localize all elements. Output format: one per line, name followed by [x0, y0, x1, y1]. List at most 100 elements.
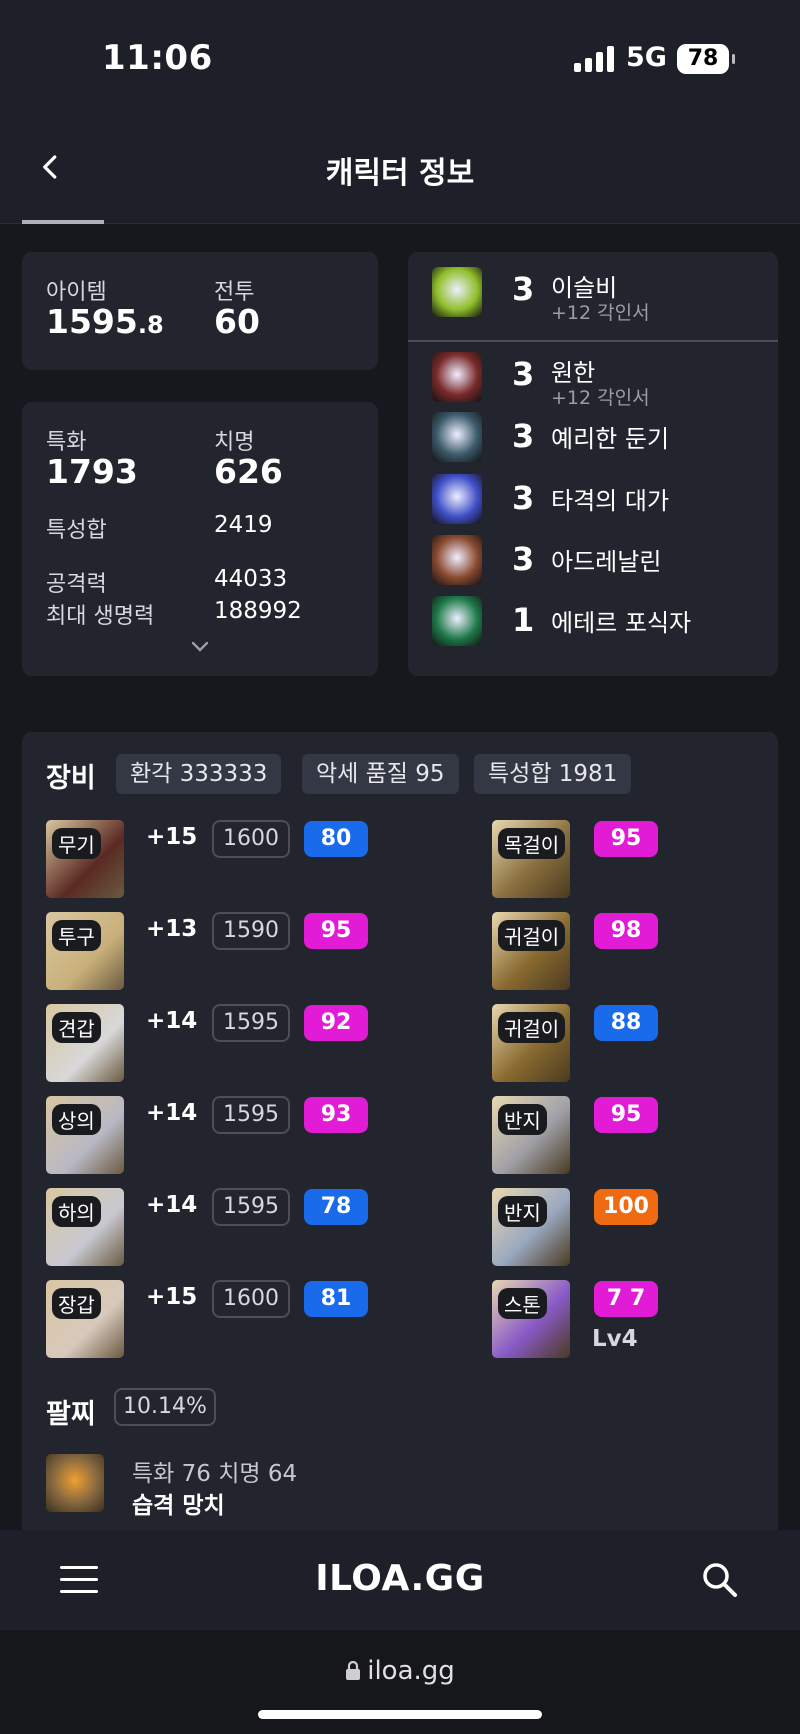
network-type: 5G	[626, 42, 667, 73]
accessory-item-icon[interactable]: 스톤	[492, 1280, 570, 1358]
quality-badge: 98	[594, 913, 658, 949]
engraving-icon	[432, 535, 482, 585]
equipment-slot-label: 하의	[52, 1196, 101, 1227]
engraving-icon	[432, 474, 482, 524]
engravings-card: 3 이슬비 +12 각인서 3 원한 +12 각인서 3 예리한 둔기 3 타격의 대가 3 아드레날…	[408, 252, 778, 676]
quality-badge: 100	[594, 1189, 658, 1225]
upgrade-level: +14	[146, 1100, 198, 1126]
engraving-row[interactable]: 3 타격의 대가	[408, 469, 778, 529]
accessory-slot-label: 목걸이	[498, 828, 566, 859]
quality-badge: 7 7	[594, 1281, 658, 1317]
accessory-slot-label: 반지	[498, 1104, 547, 1135]
engraving-row[interactable]: 3 아드레날린	[408, 530, 778, 590]
total-stat-label: 특성합	[46, 518, 107, 543]
quality-badge: 95	[594, 1097, 658, 1133]
equipment-summary-chip: 악세 품질 95	[302, 754, 459, 794]
upgrade-level: +14	[146, 1008, 198, 1034]
quality-badge: 92	[304, 1005, 368, 1041]
upgrade-level: +14	[146, 1192, 198, 1218]
bottom-nav: ILOA.GG	[0, 1530, 800, 1630]
max-hp-value: 188992	[214, 598, 302, 624]
engraving-row[interactable]: 1 에테르 포식자	[408, 591, 778, 651]
bracelet-stats: 특화 76 치명 64	[132, 1461, 298, 1487]
accessory-item-icon[interactable]: 목걸이	[492, 820, 570, 898]
attack-value: 44033	[214, 566, 288, 592]
total-stat-value: 2419	[214, 512, 273, 538]
equipment-slot-label: 상의	[52, 1104, 101, 1135]
quality-badge: 88	[594, 1005, 658, 1041]
stats-card[interactable]: 특화 1793 치명 626 특성합 2419 공격력 44033 최대 생명력…	[22, 402, 378, 676]
upgrade-level: +15	[146, 824, 198, 850]
bracelet-title: 팔찌	[46, 1399, 96, 1430]
stone-level: Lv4	[592, 1326, 638, 1352]
accessory-item-icon[interactable]: 반지	[492, 1188, 570, 1266]
equipment-summary-chip: 특성합 1981	[474, 754, 632, 794]
attack-label: 공격력	[46, 572, 107, 597]
chevron-down-icon[interactable]	[190, 640, 210, 654]
equipment-item-icon[interactable]: 하의	[46, 1188, 124, 1266]
equipment-item-icon[interactable]: 견갑	[46, 1004, 124, 1082]
equipment-item-icon[interactable]: 무기	[46, 820, 124, 898]
spec-value: 1793	[46, 452, 138, 491]
engraving-row[interactable]: 3 이슬비 +12 각인서	[408, 262, 778, 324]
accessory-item-icon[interactable]: 귀걸이	[492, 1004, 570, 1082]
app-header: 캐릭터 정보	[0, 118, 800, 224]
engraving-level: 1	[512, 601, 535, 639]
engraving-level: 3	[512, 479, 535, 517]
upgrade-level: +13	[146, 916, 198, 942]
item-level-badge: 1590	[212, 912, 290, 950]
equipment-item-icon[interactable]: 장갑	[46, 1280, 124, 1358]
accessory-slot-label: 귀걸이	[498, 1012, 566, 1043]
quality-badge: 93	[304, 1097, 368, 1133]
quality-badge: 80	[304, 821, 368, 857]
equipment-card: 장비 환각 333333 악세 품질 95 특성합 1981 무기 +15 1600 80 투…	[22, 732, 778, 1530]
equipment-summary-chip: 환각 333333	[116, 754, 282, 794]
main-content[interactable]: 아이템 1595.8 전투 60 특화 1793 치명 626 특성합 2419…	[0, 224, 800, 1530]
engraving-level: 3	[512, 540, 535, 578]
accessory-item-icon[interactable]: 반지	[492, 1096, 570, 1174]
item-level-badge: 1600	[212, 820, 290, 858]
equipment-slot-label: 견갑	[52, 1012, 101, 1043]
engraving-row[interactable]: 3 예리한 둔기	[408, 407, 778, 467]
lock-icon	[346, 1660, 361, 1680]
engraving-level: 3	[512, 417, 535, 455]
bracelet-icon[interactable]	[46, 1454, 104, 1512]
bracelet-percent: 10.14%	[114, 1388, 216, 1426]
url-text: iloa.gg	[367, 1656, 455, 1686]
engraving-name: 타격의 대가	[551, 487, 670, 515]
equipment-item-icon[interactable]: 투구	[46, 912, 124, 990]
engraving-book: +12 각인서	[551, 302, 650, 324]
engraving-row[interactable]: 3 원한 +12 각인서	[408, 347, 778, 409]
status-bar: 11:06 5G 78	[0, 0, 800, 118]
max-hp-label: 최대 생명력	[46, 604, 155, 629]
equipment-item-icon[interactable]: 상의	[46, 1096, 124, 1174]
item-level-badge: 1600	[212, 1280, 290, 1318]
level-summary-card: 아이템 1595.8 전투 60	[22, 252, 378, 370]
upgrade-level: +15	[146, 1284, 198, 1310]
accessory-slot-label: 귀걸이	[498, 920, 566, 951]
equipment-slot-label: 무기	[52, 828, 101, 859]
accessory-slot-label: 반지	[498, 1196, 547, 1227]
engraving-name: 예리한 둔기	[551, 425, 670, 453]
item-level-value: 1595.8	[46, 302, 164, 341]
quality-badge: 95	[594, 821, 658, 857]
engraving-name: 아드레날린	[551, 548, 662, 576]
item-level-badge: 1595	[212, 1188, 290, 1226]
accessory-slot-label: 스톤	[498, 1288, 547, 1319]
engraving-level: 3	[512, 355, 535, 393]
engraving-book: +12 각인서	[551, 387, 650, 409]
search-button[interactable]	[700, 1560, 740, 1600]
engraving-divider	[408, 340, 778, 342]
engraving-icon	[432, 596, 482, 646]
bracelet-effects: 습격 망치	[132, 1493, 225, 1519]
accessory-item-icon[interactable]: 귀걸이	[492, 912, 570, 990]
engraving-name: 에테르 포식자	[551, 609, 692, 637]
combat-level-value: 60	[214, 302, 260, 341]
equipment-slot-label: 장갑	[52, 1288, 101, 1319]
quality-badge: 95	[304, 913, 368, 949]
url-display[interactable]: iloa.gg	[0, 1656, 800, 1686]
site-logo[interactable]: ILOA.GG	[0, 1558, 800, 1599]
engraving-level: 3	[512, 270, 535, 308]
equipment-title: 장비	[46, 763, 96, 794]
crit-value: 626	[214, 452, 283, 491]
